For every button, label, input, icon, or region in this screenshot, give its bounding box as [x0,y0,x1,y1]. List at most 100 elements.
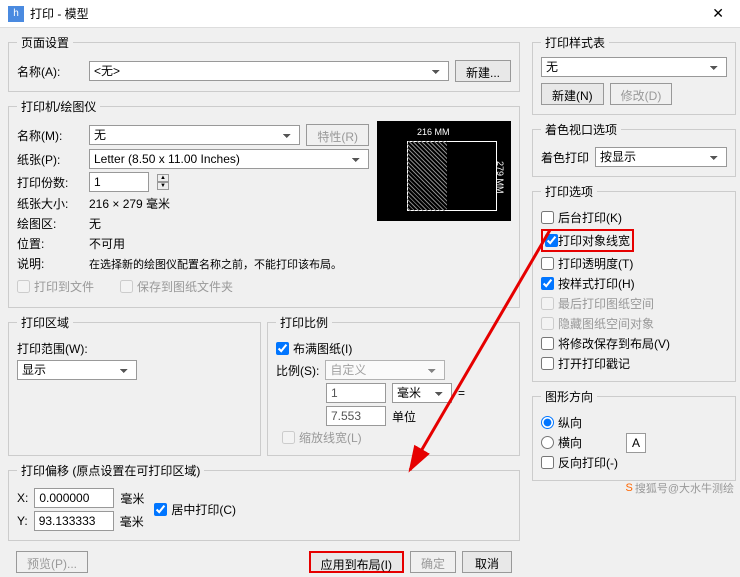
save-pkg-check [120,280,133,293]
print-to-file-label: 打印到文件 [34,278,94,295]
stamp-check[interactable] [541,357,554,370]
scale-num2 [326,406,386,426]
style-select[interactable]: 无 [541,57,727,77]
ok-button[interactable]: 确定 [410,551,456,573]
orient-icon: A [626,433,646,453]
trans-check[interactable] [541,257,554,270]
paper-label: 纸张(P): [17,151,83,168]
apply-layout-button[interactable]: 应用到布局(I) [309,551,404,573]
bg-check[interactable] [541,211,554,224]
portrait-label: 纵向 [558,414,582,431]
ratio-select: 自定义 [325,360,445,380]
range-select[interactable]: 显示 [17,360,137,380]
papersize-label: 纸张大小: [17,195,83,212]
scale-lw-check [282,431,295,444]
page-setup-legend: 页面设置 [17,34,73,51]
landscape-label: 横向 [558,434,582,451]
pos-label: 位置: [17,235,83,252]
close-icon[interactable]: ✕ [704,5,732,22]
fit-check[interactable] [276,342,289,355]
lw-check[interactable] [545,234,558,247]
print-area-group: 打印区域 打印范围(W): 显示 [8,314,261,456]
style-new-button[interactable]: 新建(N) [541,83,604,105]
scale-unit-select[interactable]: 毫米 [392,383,452,403]
printer-name-label: 名称(M): [17,127,83,144]
style-legend: 打印样式表 [541,34,609,51]
unit2-label: 单位 [392,408,416,425]
y-label: Y: [17,514,28,528]
style-edit-button[interactable]: 修改(D) [610,83,673,105]
options-legend: 打印选项 [541,183,597,200]
window-title: 打印 - 模型 [30,5,89,22]
y-input[interactable] [34,511,114,531]
scale-group: 打印比例 布满图纸(I) 比例(S): 自定义 毫米 = 单位 缩放线宽(L) [267,314,520,456]
range-label: 打印范围(W): [17,340,88,357]
shade-group: 着色视口选项 着色打印 按显示 [532,121,736,177]
shade-label: 着色打印 [541,149,589,166]
pos-value: 不可用 [89,235,125,252]
x-label: X: [17,491,28,505]
landscape-radio[interactable] [541,436,554,449]
shade-select[interactable]: 按显示 [595,147,727,167]
preview-width: 216 MM [417,127,450,137]
watermark: S搜狐号@大水牛测绘 [625,480,734,496]
page-name-select[interactable]: <无> [89,61,449,81]
titlebar: h 打印 - 模型 ✕ [0,0,740,28]
print-to-file-check [17,280,30,293]
bystyle-check[interactable] [541,277,554,290]
offset-legend: 打印偏移 (原点设置在可打印区域) [17,462,204,479]
plotarea-label: 绘图区: [17,215,83,232]
fit-label: 布满图纸(I) [293,340,352,357]
copies-input[interactable] [89,172,149,192]
reverse-check[interactable] [541,456,554,469]
plotarea-value: 无 [89,215,101,232]
preview-button[interactable]: 预览(P)... [16,551,88,573]
cancel-button[interactable]: 取消 [462,551,512,573]
x-input[interactable] [34,488,114,508]
copies-spinner[interactable]: ▲▼ [157,174,169,190]
reverse-label: 反向打印(-) [558,454,618,471]
last-check [541,297,554,310]
hide-check [541,317,554,330]
page-new-button[interactable]: 新建... [455,60,511,82]
scale-lw-label: 缩放线宽(L) [299,429,362,446]
hide-label: 隐藏图纸空间对象 [558,315,654,332]
stamp-label: 打开打印戳记 [558,355,630,372]
lw-label: 打印对象线宽 [558,232,630,249]
ratio-label: 比例(S): [276,362,319,379]
desc-label: 说明: [17,255,83,272]
savelayout-check[interactable] [541,337,554,350]
offset-group: 打印偏移 (原点设置在可打印区域) X: 毫米 Y: 毫米 居中打印(C) [8,462,520,541]
save-pkg-label: 保存到图纸文件夹 [137,278,233,295]
paper-preview: 216 MM 279 MM [377,121,511,221]
last-label: 最后打印图纸空间 [558,295,654,312]
papersize-value: 216 × 279 毫米 [89,195,170,212]
trans-label: 打印透明度(T) [558,255,633,272]
app-icon: h [8,6,24,22]
page-setup-group: 页面设置 名称(A): <无> 新建... [8,34,520,92]
eq-label: = [458,386,465,400]
orient-group: 图形方向 纵向 横向 反向打印(-) A [532,388,736,481]
print-area-legend: 打印区域 [17,314,73,331]
options-group: 打印选项 后台打印(K) 打印对象线宽 打印透明度(T) 按样式打印(H) 最后… [532,183,736,382]
bg-label: 后台打印(K) [558,209,622,226]
center-check[interactable] [154,503,167,516]
x-unit: 毫米 [120,490,144,507]
desc-value: 在选择新的绘图仪配置名称之前，不能打印该布局。 [89,256,342,272]
scale-num1 [326,383,386,403]
printer-group: 打印机/绘图仪 名称(M): 无 特性(R) 纸张(P): Letter (8.… [8,98,520,308]
page-name-label: 名称(A): [17,63,83,80]
shade-legend: 着色视口选项 [541,121,621,138]
savelayout-label: 将修改保存到布局(V) [558,335,670,352]
style-group: 打印样式表 无 新建(N) 修改(D) [532,34,736,115]
copies-label: 打印份数: [17,174,83,191]
printer-legend: 打印机/绘图仪 [17,98,100,115]
printer-name-select[interactable]: 无 [89,125,300,145]
orient-legend: 图形方向 [541,388,597,405]
printer-prop-button[interactable]: 特性(R) [306,124,369,146]
bystyle-label: 按样式打印(H) [558,275,635,292]
paper-select[interactable]: Letter (8.50 x 11.00 Inches) [89,149,369,169]
y-unit: 毫米 [120,513,144,530]
center-label: 居中打印(C) [171,501,236,518]
portrait-radio[interactable] [541,416,554,429]
